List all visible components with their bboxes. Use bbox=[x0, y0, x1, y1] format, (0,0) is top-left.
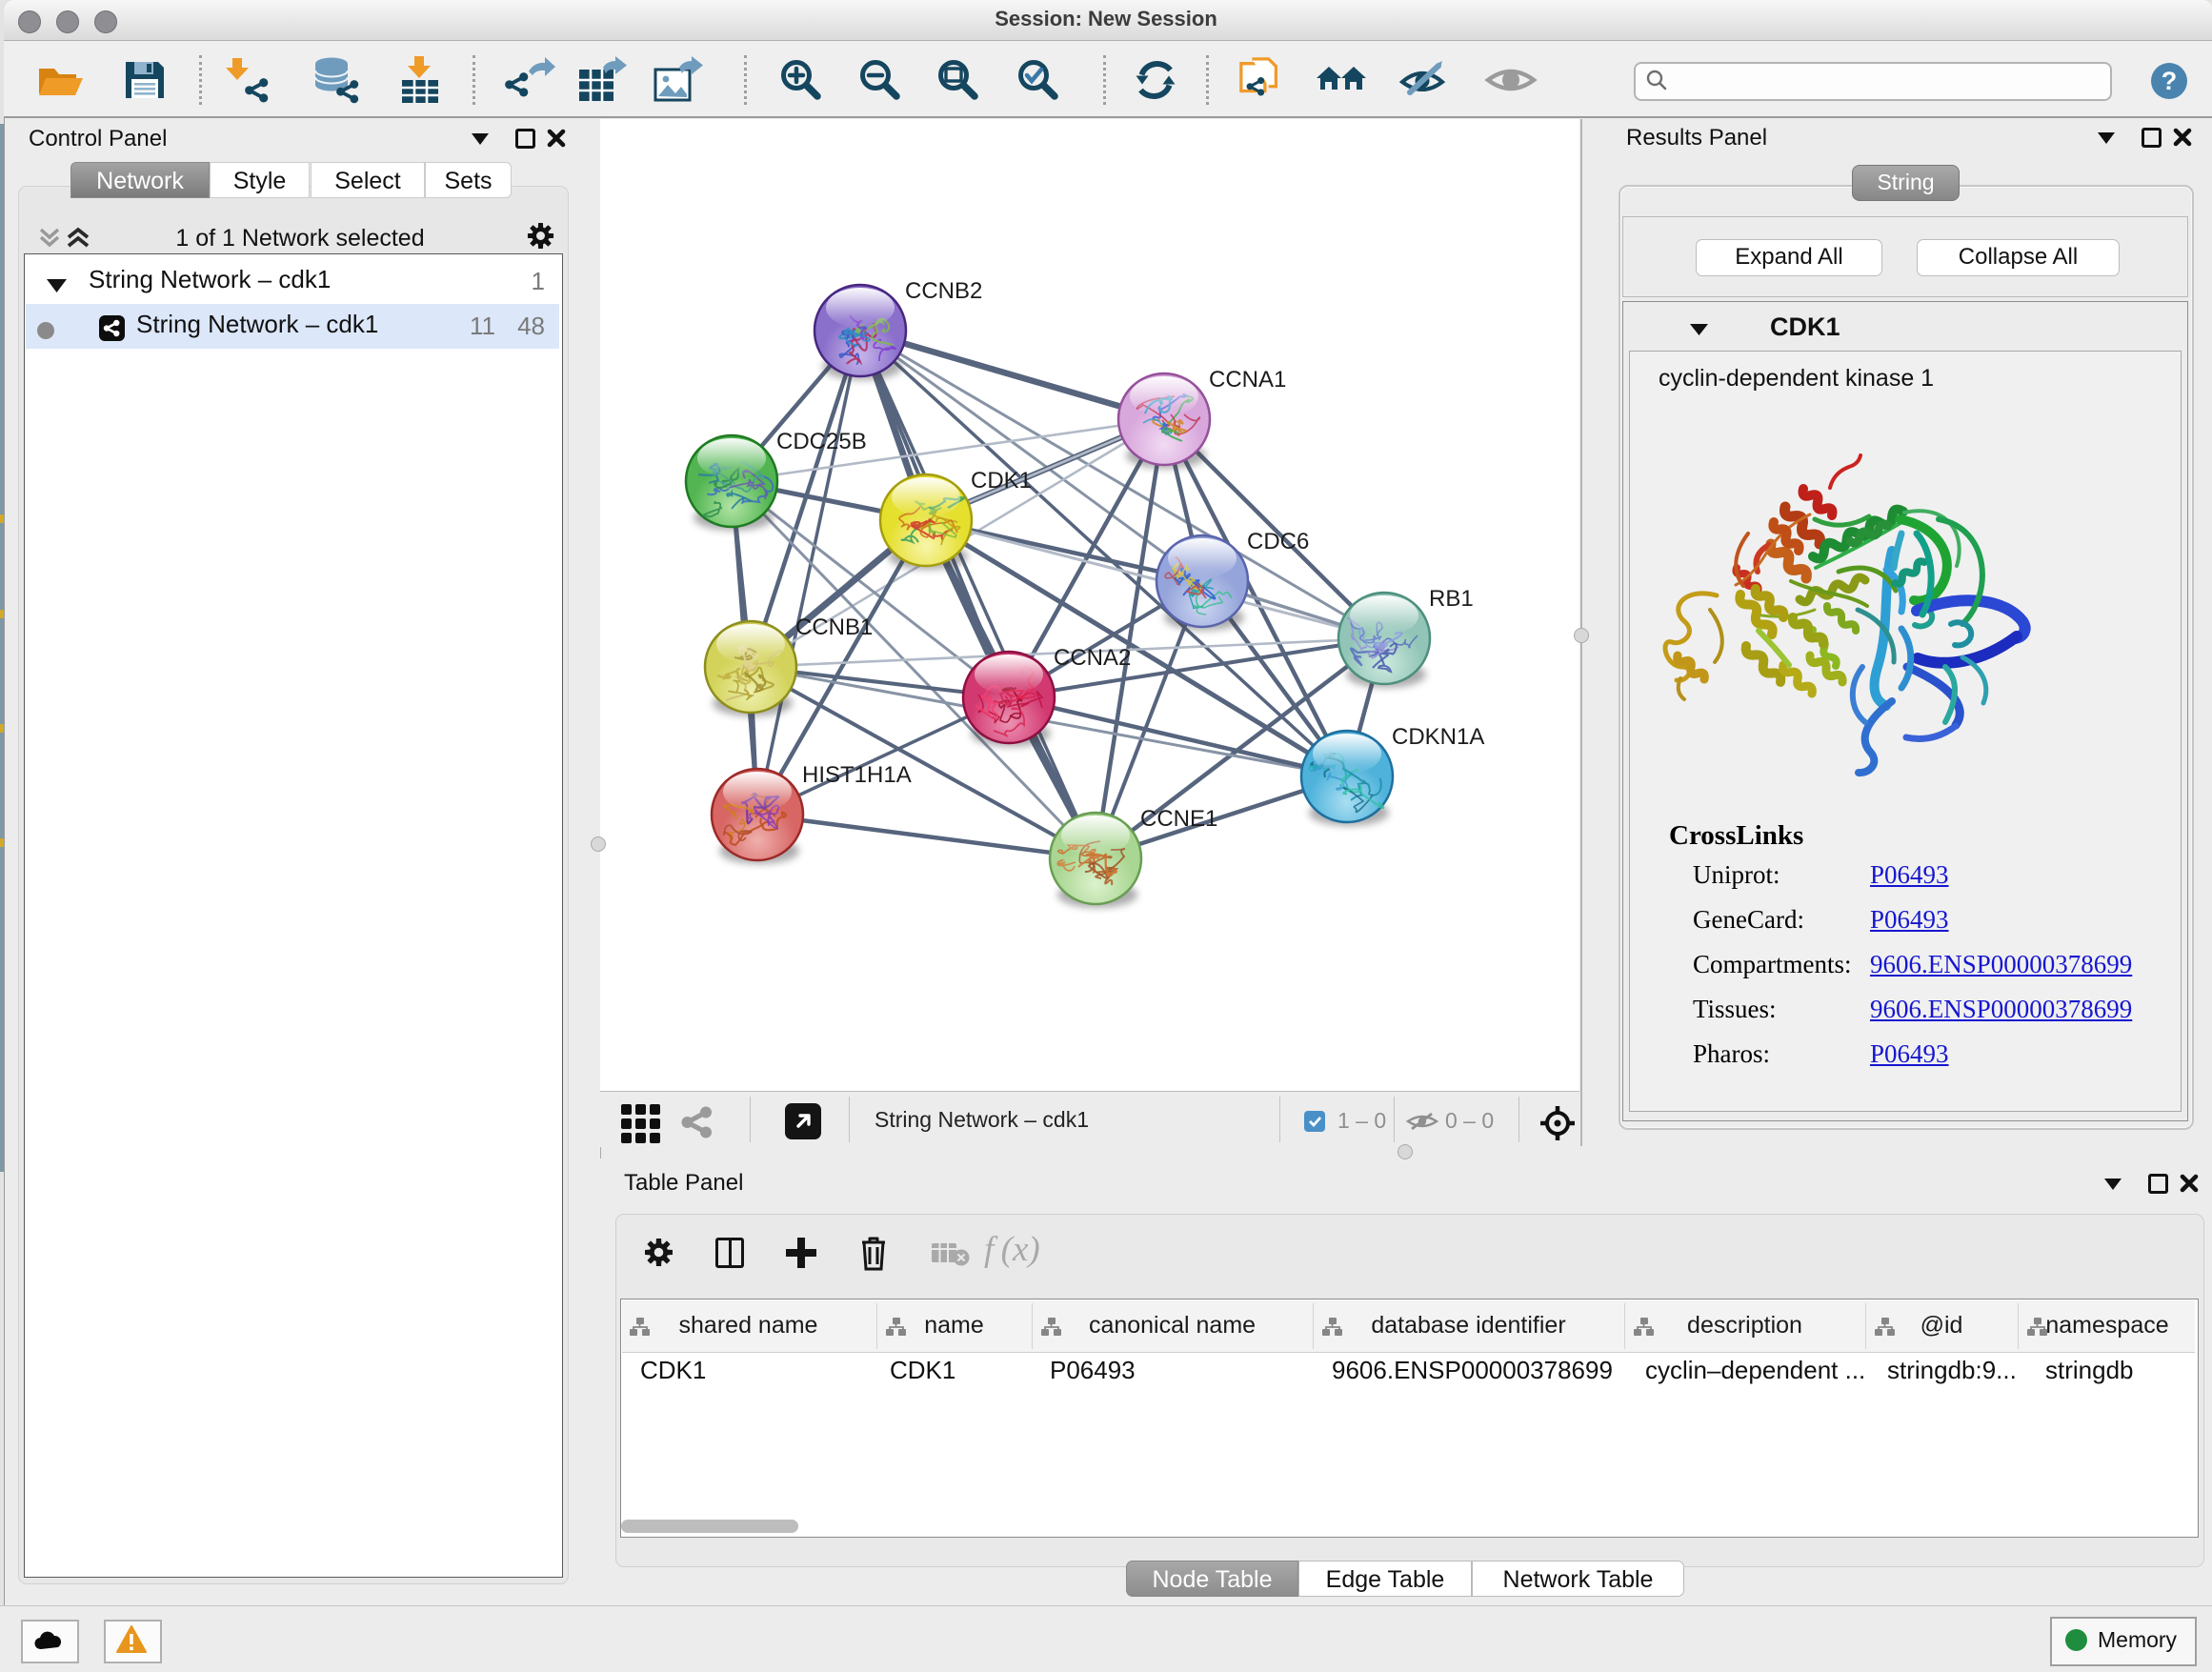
svg-text:CCNA2: CCNA2 bbox=[1054, 645, 1131, 671]
svg-text:CCNA1: CCNA1 bbox=[1209, 367, 1286, 393]
svg-text:CCNB2: CCNB2 bbox=[905, 278, 982, 304]
svg-text:CDC6: CDC6 bbox=[1247, 529, 1309, 554]
svg-text:RB1: RB1 bbox=[1429, 586, 1474, 612]
svg-text:CCNE1: CCNE1 bbox=[1140, 806, 1217, 832]
svg-text:CCNB1: CCNB1 bbox=[795, 614, 873, 640]
svg-text:HIST1H1A: HIST1H1A bbox=[802, 762, 912, 788]
svg-text:CDK1: CDK1 bbox=[971, 468, 1032, 494]
svg-text:CDKN1A: CDKN1A bbox=[1392, 724, 1484, 750]
svg-text:CDC25B: CDC25B bbox=[776, 429, 867, 454]
